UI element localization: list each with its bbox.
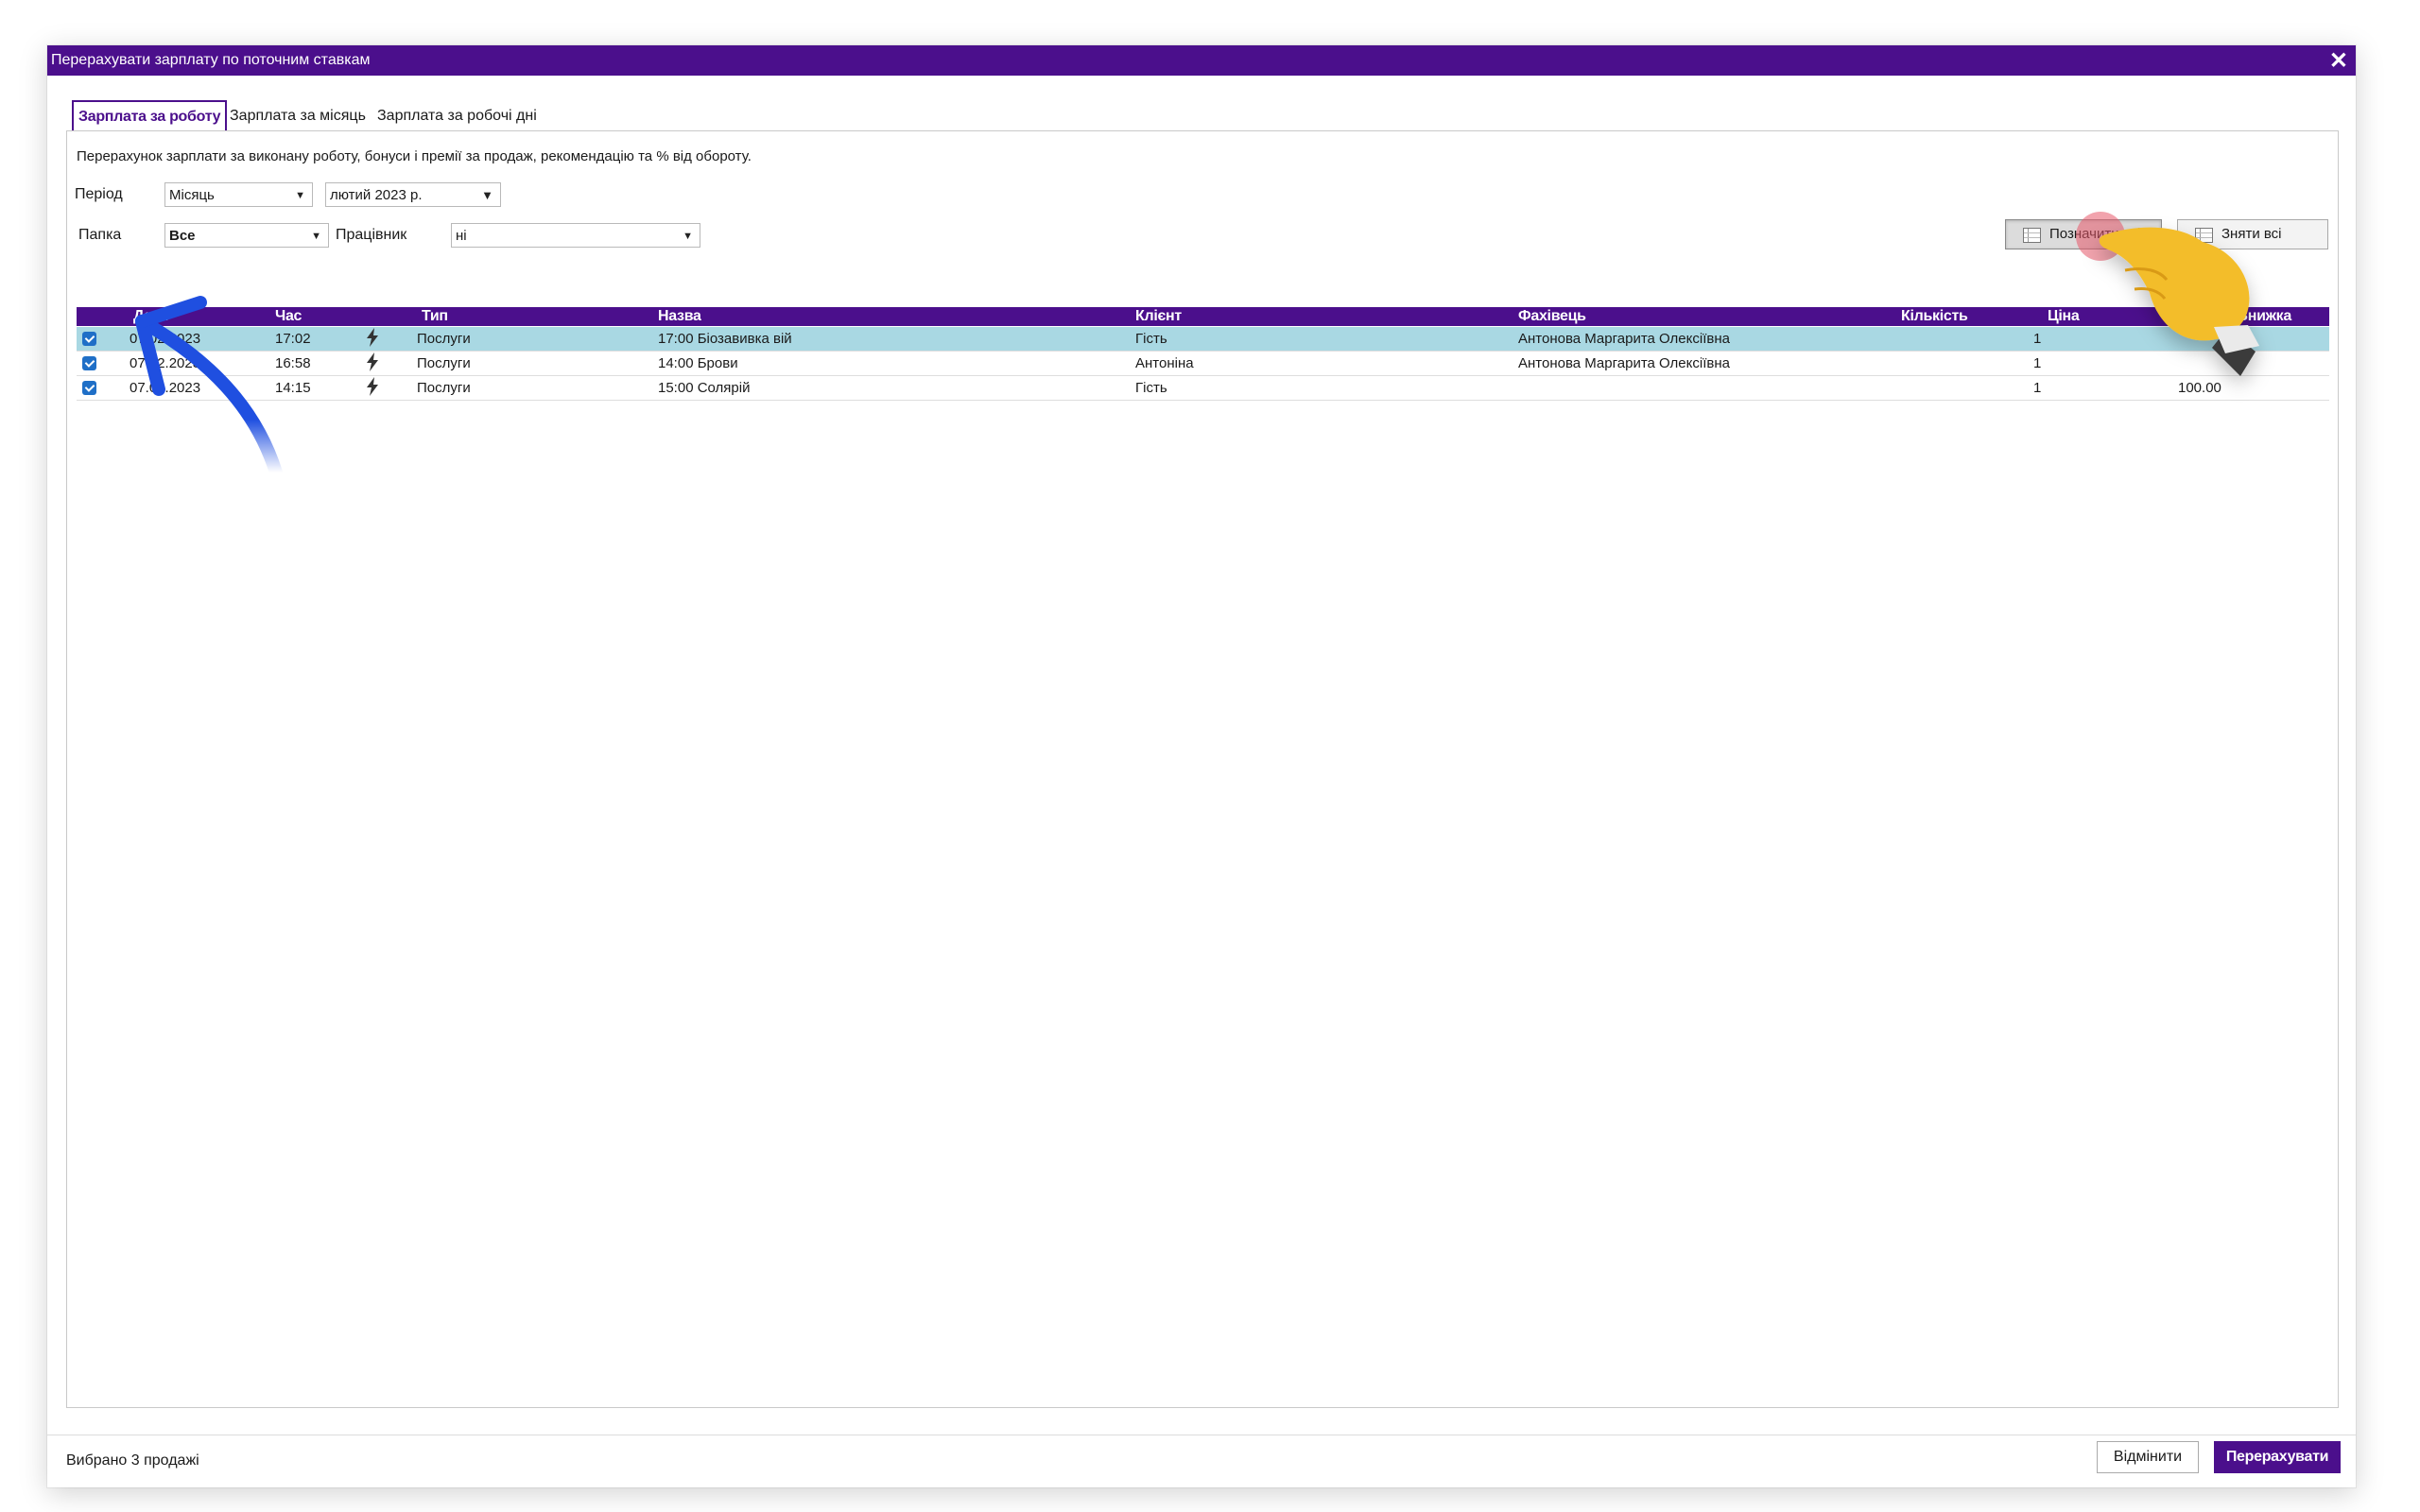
calendar-dropdown-icon: ▼ — [481, 188, 493, 202]
cell-time: 14:15 — [275, 380, 311, 396]
cell-name: 15:00 Солярій — [658, 380, 751, 396]
col-client[interactable]: Клієнт — [1135, 308, 1182, 325]
description-text: Перерахунок зарплати за виконану роботу,… — [77, 148, 752, 164]
folder-label: Папка — [78, 227, 122, 243]
cell-name: 17:00 Біозавивка вій — [658, 331, 792, 347]
cell-date: 07.02.2023 — [130, 380, 201, 396]
cell-date: 07.02.2023 — [130, 331, 201, 347]
row-checkbox[interactable] — [82, 332, 96, 346]
period-date-value: лютий 2023 р. — [330, 187, 423, 203]
cell-type: Послуги — [417, 331, 471, 347]
tab-panel: Перерахунок зарплати за виконану роботу,… — [66, 130, 2339, 1408]
cancel-button[interactable]: Відмінити — [2097, 1441, 2199, 1473]
chevron-down-icon: ▼ — [683, 231, 693, 242]
folder-value: Все — [169, 228, 196, 244]
cell-specialist: Антонова Маргарита Олексіївна — [1518, 355, 1730, 371]
employee-select[interactable]: ні ▼ — [451, 223, 700, 248]
row-checkbox[interactable] — [82, 356, 96, 370]
cell-specialist: Антонова Маргарита Олексіївна — [1518, 331, 1730, 347]
cell-quantity: 1 — [2033, 355, 2042, 371]
cell-name: 14:00 Брови — [658, 355, 738, 371]
chevron-down-icon: ▼ — [311, 231, 321, 242]
cell-client: Гість — [1135, 380, 1167, 396]
selection-status: Вибрано 3 продажі — [66, 1452, 199, 1469]
close-icon[interactable]: ✕ — [2329, 47, 2348, 75]
col-specialist[interactable]: Фахівець — [1518, 308, 1586, 325]
col-quantity[interactable]: Кількість — [1901, 308, 1968, 325]
folder-select[interactable]: Все ▼ — [164, 223, 329, 248]
recalculate-button[interactable]: Перерахувати — [2214, 1441, 2341, 1473]
table-row[interactable]: 07.02.2023 16:58 Послуги 14:00 Брови Ант… — [77, 352, 2329, 376]
select-all-label: Позначити всі — [2049, 226, 2141, 242]
table-row[interactable]: 07.02.2023 14:15 Послуги 15:00 Солярій Г… — [77, 376, 2329, 401]
period-type-value: Місяць — [169, 187, 215, 203]
deselect-all-label: Зняти всі — [2221, 226, 2282, 242]
title-bar: Перерахувати зарплату по поточним ставка… — [47, 45, 2356, 76]
lightning-icon — [367, 352, 378, 371]
select-all-button[interactable]: Позначити всі — [2005, 219, 2162, 249]
table-icon — [2023, 228, 2041, 243]
cell-time: 16:58 — [275, 355, 311, 371]
col-discount[interactable]: Знижка — [2238, 308, 2291, 325]
employee-label: Працівник — [336, 227, 407, 243]
tab-work-salary[interactable]: Зарплата за роботу — [72, 100, 228, 132]
cell-price: 100.00 — [2178, 380, 2221, 396]
col-date[interactable]: Дата — [133, 308, 167, 325]
period-date-picker[interactable]: лютий 2023 р. ▼ — [325, 182, 501, 207]
period-label: Період — [75, 186, 123, 202]
recalc-salary-dialog: Перерахувати зарплату по поточним ставка… — [47, 45, 2356, 1487]
chevron-down-icon: ▼ — [295, 190, 305, 201]
window-title: Перерахувати зарплату по поточним ставка… — [51, 52, 371, 68]
cell-client: Антоніна — [1135, 355, 1194, 371]
period-type-select[interactable]: Місяць ▼ — [164, 182, 313, 207]
tab-workday-salary[interactable]: Зарплата за робочі дні — [372, 102, 542, 130]
cell-client: Гість — [1135, 331, 1167, 347]
lightning-icon — [367, 377, 378, 396]
employee-value: ні — [456, 228, 467, 244]
cell-quantity: 1 — [2033, 380, 2042, 396]
cell-type: Послуги — [417, 380, 471, 396]
col-price[interactable]: Ціна — [2048, 308, 2080, 325]
lightning-icon — [367, 328, 378, 347]
row-checkbox[interactable] — [82, 381, 96, 395]
deselect-all-button[interactable]: Зняти всі — [2177, 219, 2328, 249]
col-type[interactable]: Тип — [422, 308, 448, 325]
table-header: Дата Час Тип Назва Клієнт Фахівець Кільк… — [77, 307, 2329, 326]
cell-time: 17:02 — [275, 331, 311, 347]
cell-quantity: 1 — [2033, 331, 2042, 347]
cell-type: Послуги — [417, 355, 471, 371]
table-icon — [2195, 228, 2213, 243]
col-time[interactable]: Час — [275, 308, 302, 325]
cell-date: 07.02.2023 — [130, 355, 201, 371]
tab-month-salary[interactable]: Зарплата за місяць — [225, 102, 371, 130]
table-row[interactable]: 07.02.2023 17:02 Послуги 17:00 Біозавивк… — [77, 327, 2329, 352]
col-name[interactable]: Назва — [658, 308, 701, 325]
